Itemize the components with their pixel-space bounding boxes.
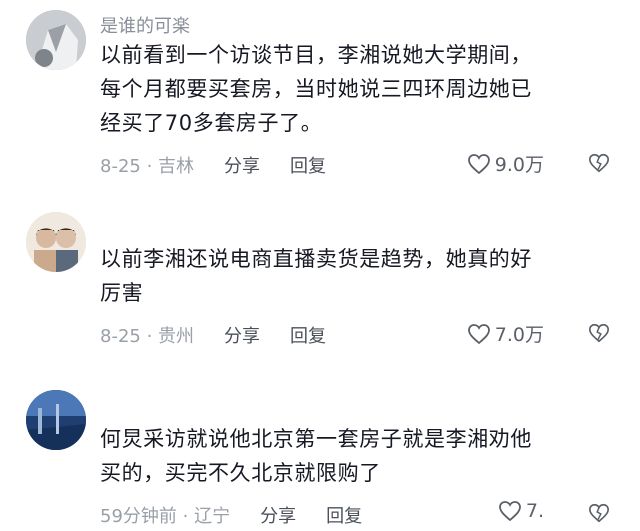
- comment-text-line: 何炅采访就说他北京第一套房子就是李湘劝他: [100, 427, 532, 451]
- share-button[interactable]: 分享: [260, 506, 296, 527]
- comment-date-location: 8-25 · 贵州: [100, 326, 195, 347]
- like-count: 9.0万: [494, 154, 544, 176]
- avatar[interactable]: [26, 10, 86, 70]
- comment-text: 以前李湘还说电商直播卖货是趋势，她真的好 厉害: [100, 242, 610, 310]
- like-button[interactable]: 9.0万: [467, 150, 544, 177]
- share-button[interactable]: 分享: [224, 156, 260, 177]
- avatar-image: [26, 212, 86, 272]
- avatar-image: [26, 10, 86, 70]
- dislike-button[interactable]: [588, 502, 610, 524]
- avatar[interactable]: [26, 390, 86, 450]
- reply-button[interactable]: 回复: [290, 156, 326, 177]
- like-button[interactable]: 7.: [498, 500, 544, 522]
- broken-heart-icon: [589, 503, 609, 523]
- broken-heart-icon: [589, 323, 609, 343]
- dislike-button[interactable]: [588, 152, 610, 174]
- reply-button[interactable]: 回复: [326, 506, 362, 527]
- comment-text-line: 买的，买完不久北京就限购了: [100, 461, 381, 485]
- like-count: 7.0万: [494, 324, 544, 346]
- comment-meta: 59分钟前 · 辽宁 分享 回复: [100, 502, 362, 528]
- comment-text-line: 经买了70多套房子了。: [100, 111, 323, 135]
- comment-item: 是谁的可楽 以前看到一个访谈节目，李湘说她大学期间， 每个月都要买套房，当时她说…: [0, 0, 640, 190]
- avatar-image: [26, 390, 86, 450]
- comment-username[interactable]: 是谁的可楽: [100, 12, 190, 38]
- comment-text-line: 以前看到一个访谈节目，李湘说她大学期间，: [100, 43, 532, 67]
- comment-meta: 8-25 · 吉林 分享 回复: [100, 152, 326, 178]
- dislike-button[interactable]: [588, 322, 610, 344]
- avatar[interactable]: [26, 212, 86, 272]
- broken-heart-icon: [589, 153, 609, 173]
- comment-item: 以前李湘还说电商直播卖货是趋势，她真的好 厉害 8-25 · 贵州 分享 回复 7.…: [0, 200, 640, 370]
- like-button[interactable]: 7.0万: [467, 320, 544, 347]
- reply-button[interactable]: 回复: [290, 326, 326, 347]
- comment-text-line: 厉害: [100, 281, 144, 305]
- share-button[interactable]: 分享: [224, 326, 260, 347]
- comment-meta: 8-25 · 贵州 分享 回复: [100, 322, 326, 348]
- heart-outline-icon: [498, 501, 521, 522]
- comment-item: 何炅采访就说他北京第一套房子就是李湘劝他 买的，买完不久北京就限购了 59分钟前…: [0, 380, 640, 531]
- comment-date-location: 8-25 · 吉林: [100, 156, 195, 177]
- comment-text-line: 每个月都要买套房，当时她说三四环周边她已: [100, 77, 532, 101]
- heart-outline-icon: [467, 323, 490, 344]
- comment-date-location: 59分钟前 · 辽宁: [100, 506, 231, 527]
- like-count: 7.: [525, 500, 544, 522]
- comment-text-line: 以前李湘还说电商直播卖货是趋势，她真的好: [100, 247, 532, 271]
- comment-text: 何炅采访就说他北京第一套房子就是李湘劝他 买的，买完不久北京就限购了: [100, 422, 610, 490]
- comment-text: 以前看到一个访谈节目，李湘说她大学期间， 每个月都要买套房，当时她说三四环周边她…: [100, 38, 610, 140]
- heart-outline-icon: [467, 153, 490, 174]
